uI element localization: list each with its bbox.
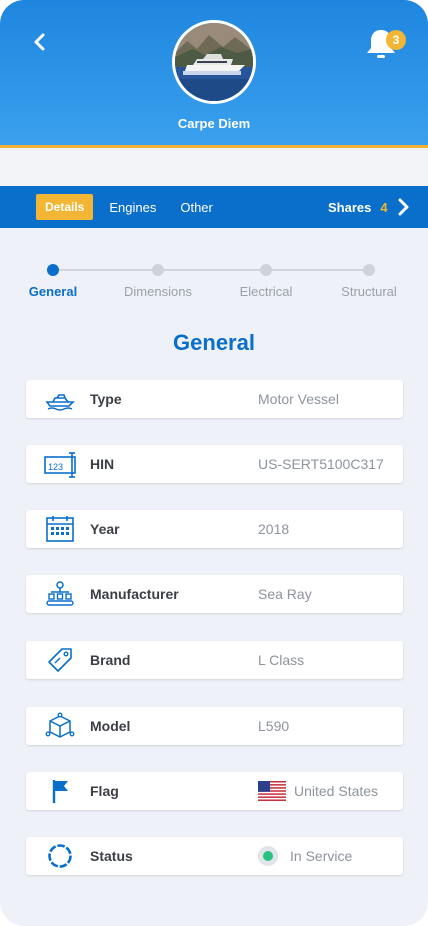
status-value: In Service: [290, 848, 353, 864]
vessel-name: Carpe Diem: [177, 116, 251, 131]
flag-label: Flag: [90, 783, 119, 799]
tab-bar: Details Engines Other Shares 4: [0, 186, 428, 228]
type-value: Motor Vessel: [258, 391, 339, 407]
detail-row-flag: Flag United States: [26, 772, 403, 810]
header-spacer: [0, 151, 428, 186]
brand-value: L Class: [258, 652, 305, 668]
detail-row-brand: Brand L Class: [26, 641, 403, 679]
shares-count: 4: [380, 199, 388, 215]
section-stepper: General Dimensions Electrical Structural: [0, 262, 428, 302]
status-dot: [263, 851, 273, 861]
shares-button[interactable]: Shares 4: [328, 186, 410, 228]
detail-row-year: Year 2018: [26, 510, 403, 548]
detail-row-status: Status In Service: [26, 837, 403, 875]
shares-label: Shares: [328, 199, 372, 215]
manufacturer-value: Sea Ray: [258, 586, 312, 602]
phone-screen: Carpe Diem 3 Details Engines Other Share…: [0, 0, 428, 926]
section-title: General: [173, 330, 255, 355]
model-label: Model: [90, 718, 131, 734]
chevron-right-icon: [398, 198, 409, 216]
flag-icon: [52, 780, 68, 803]
tab-other[interactable]: Other: [180, 200, 213, 215]
year-label: Year: [90, 521, 120, 537]
step-dot-dimensions[interactable]: [152, 264, 164, 276]
step-dot-general[interactable]: [47, 264, 59, 276]
status-ring-icon: [48, 844, 72, 868]
tag-icon: [48, 648, 72, 672]
step-dot-structural[interactable]: [363, 264, 375, 276]
step-label-general[interactable]: General: [3, 284, 103, 299]
stepper-line: [53, 269, 369, 271]
factory-icon: [46, 581, 74, 606]
calendar-icon: [46, 516, 74, 542]
hin-label: HIN: [90, 456, 115, 472]
status-label: Status: [90, 848, 133, 864]
step-label-dimensions[interactable]: Dimensions: [108, 284, 208, 299]
detail-row-type: Type Motor Vessel: [26, 380, 403, 418]
us-flag-icon: [258, 781, 286, 801]
tab-details[interactable]: Details: [36, 194, 94, 220]
boat-icon: [45, 394, 75, 411]
vessel-header: Carpe Diem 3: [0, 0, 428, 148]
yacht-photo: [175, 23, 253, 101]
hin-value: US-SERT5100C317: [258, 456, 384, 472]
step-label-structural[interactable]: Structural: [319, 284, 419, 299]
year-value: 2018: [258, 521, 290, 537]
hin-icon: 123: [44, 452, 76, 478]
detail-row-manufacturer: Manufacturer Sea Ray: [26, 575, 403, 613]
step-label-electrical[interactable]: Electrical: [216, 284, 316, 299]
detail-row-model: Model L590: [26, 707, 403, 745]
notification-badge: 3: [386, 30, 406, 50]
brand-label: Brand: [90, 652, 131, 668]
cube-icon: [45, 712, 75, 738]
model-value: L590: [258, 718, 290, 734]
vessel-avatar: [172, 20, 256, 104]
detail-row-hin: 123 HIN US-SERT5100C317: [26, 445, 403, 483]
step-dot-electrical[interactable]: [260, 264, 272, 276]
type-label: Type: [90, 391, 122, 407]
flag-value: United States: [294, 783, 379, 799]
chevron-left-icon: [34, 33, 45, 51]
svg-text:123: 123: [48, 462, 63, 472]
tab-engines[interactable]: Engines: [109, 200, 156, 215]
status-indicator: [258, 846, 278, 866]
manufacturer-label: Manufacturer: [90, 586, 179, 602]
back-button[interactable]: [26, 28, 54, 56]
